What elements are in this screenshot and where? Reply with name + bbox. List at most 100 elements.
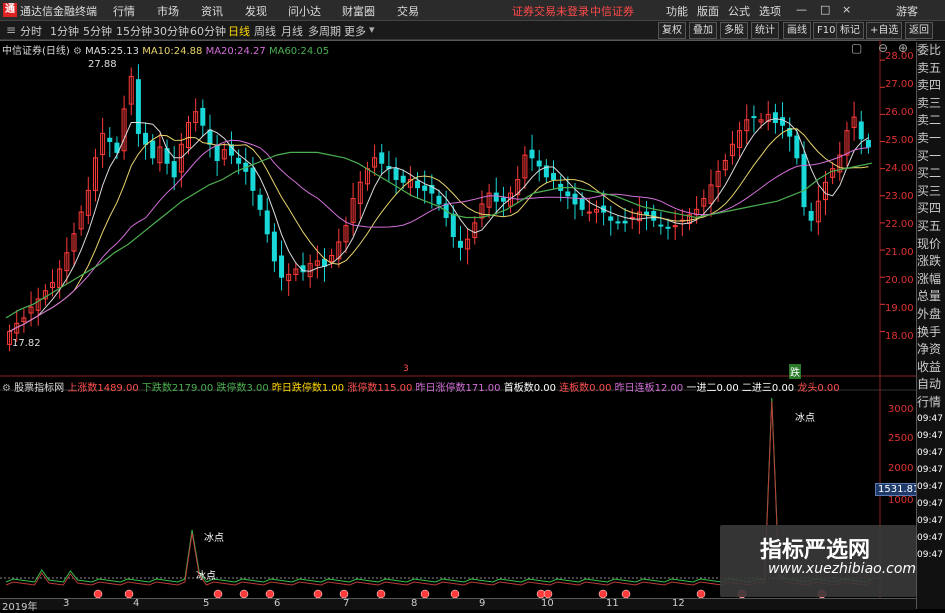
candle-body <box>236 157 242 164</box>
candle-body <box>536 160 542 167</box>
watermark-url: www.xuezhibiao.com <box>768 561 917 577</box>
candle-body <box>808 211 814 221</box>
stock-title[interactable]: 中信证券(日线) <box>2 46 70 57</box>
ind-value-2: 3.00 <box>246 383 269 394</box>
candle-body <box>400 175 406 183</box>
candle-body <box>586 211 592 214</box>
side-panel-item: 买二 <box>917 166 942 181</box>
side-panel-item: 卖一 <box>917 130 942 145</box>
signal-dot <box>376 589 386 599</box>
side-panel-item: 09:47 <box>917 533 943 544</box>
ind-label-3: 昨日跌停数 <box>271 383 322 394</box>
candle-body <box>250 167 256 191</box>
ind-ytick-1000: 1000 <box>888 495 914 506</box>
candle-body <box>436 195 442 205</box>
ind-value-11: 0.00 <box>817 383 840 394</box>
candle-body <box>135 79 141 134</box>
candle-body <box>565 191 571 197</box>
ind-label-7: 连板数 <box>559 383 590 394</box>
ice-point-label-2: 冰点 <box>204 533 224 544</box>
side-panel-item: 09:47 <box>917 482 943 493</box>
candle-body <box>500 197 506 202</box>
ma20-value: 24.27 <box>237 46 266 57</box>
candle-body <box>279 255 285 278</box>
candle-body <box>393 168 399 181</box>
candle-body <box>608 216 614 221</box>
ind-label-11: 龙头 <box>797 383 818 394</box>
x-label-9: 9 <box>479 598 486 609</box>
ind-label-5: 昨日涨停数 <box>415 383 466 394</box>
settings-gear-icon[interactable]: ⚙ <box>73 46 82 57</box>
candle-body <box>264 210 270 235</box>
signal-dot <box>339 589 349 599</box>
y-tick-24: 24.00 <box>885 163 914 174</box>
ind-ytick-3000: 3000 <box>888 404 914 415</box>
side-panel-item: 收益 <box>917 359 942 374</box>
candle-body <box>579 198 585 210</box>
x-label-7: 7 <box>343 598 350 609</box>
ind-label-4: 涨停数 <box>347 383 378 394</box>
ind-label-1: 下跌数 <box>141 383 172 394</box>
ind-label-2: 跌停数 <box>216 383 247 394</box>
signal-dot <box>213 589 223 599</box>
event-marker-die: 跌 <box>789 364 801 379</box>
side-panel-item: 涨幅 <box>917 271 942 286</box>
side-panel-item: 09:47 <box>917 448 943 459</box>
candle-body <box>801 154 807 208</box>
side-panel-item: 委比 <box>917 43 942 57</box>
main-chart-legend: 中信证券(日线) ⚙ MA5:25.13 MA10:24.88 MA20:24.… <box>2 42 329 57</box>
y-tick-28: 28.00 <box>885 51 914 62</box>
x-label-8: 8 <box>411 598 418 609</box>
chart-canvas[interactable] <box>0 0 945 609</box>
x-label-6: 6 <box>274 598 281 609</box>
x-label-11: 11 <box>606 598 619 609</box>
y-tick-18: 18.00 <box>885 331 914 342</box>
side-panel-item: 买四 <box>917 201 942 216</box>
candle-body <box>450 213 456 237</box>
event-marker-3: 3 <box>403 364 409 374</box>
candle-body <box>665 226 671 229</box>
side-panel-item: 卖二 <box>917 113 942 128</box>
ma5-label: MA5: <box>85 46 111 57</box>
candle-body <box>271 231 277 262</box>
ma10-value: 24.88 <box>173 46 203 57</box>
side-panel-item: 净资 <box>917 342 942 357</box>
y-tick-22: 22.00 <box>885 219 914 230</box>
side-panel-item: 涨跌 <box>917 254 942 269</box>
y-tick-23: 23.00 <box>885 191 914 202</box>
ice-point-label-1: 冰点 <box>795 413 815 424</box>
candle-body <box>572 193 578 205</box>
signal-dot <box>313 589 323 599</box>
candle-body <box>751 116 757 119</box>
collapse-icon[interactable]: ▢ <box>851 41 862 55</box>
x-label-year: 2019年 <box>2 602 38 613</box>
signal-dot <box>598 589 608 599</box>
side-panel-item: 买五 <box>917 218 942 233</box>
y-tick-21: 21.00 <box>885 247 914 258</box>
watermark-title: 指标严选网 <box>760 538 871 563</box>
y-tick-26: 26.00 <box>885 107 914 118</box>
candle-body <box>200 107 206 126</box>
ind-label-0: 上涨数 <box>67 383 98 394</box>
side-panel-item[interactable]: 自动 <box>917 376 945 394</box>
signal-dot <box>543 589 553 599</box>
candle-body <box>107 137 113 143</box>
ma5-value: 25.13 <box>110 46 139 57</box>
indicator-name[interactable]: 股票指标网 <box>14 383 64 394</box>
side-panel-item: 换手 <box>917 324 942 339</box>
ice-point-label-3: 冰点 <box>196 571 216 582</box>
side-panel-item[interactable]: 行情 <box>917 394 945 412</box>
side-panel-item: 总量 <box>917 289 942 304</box>
indicator-legend: ⚙ 股票指标网 上涨数1489.00 下跌数2179.00 跌停数3.00 昨日… <box>2 379 840 394</box>
ind-value-9: 0.00 <box>716 383 739 394</box>
ind-value-3: 1.00 <box>321 383 345 394</box>
signal-dot <box>93 589 103 599</box>
ind-label-10: 二进三 <box>741 383 772 394</box>
candle-body <box>143 132 149 145</box>
candle-body <box>658 224 664 227</box>
ind-ytick-2000: 2000 <box>888 463 914 474</box>
candle-body <box>551 173 557 181</box>
x-label-5: 5 <box>203 598 210 609</box>
y-tick-25: 25.00 <box>885 135 914 146</box>
indicator-settings-icon[interactable]: ⚙ <box>2 383 11 394</box>
